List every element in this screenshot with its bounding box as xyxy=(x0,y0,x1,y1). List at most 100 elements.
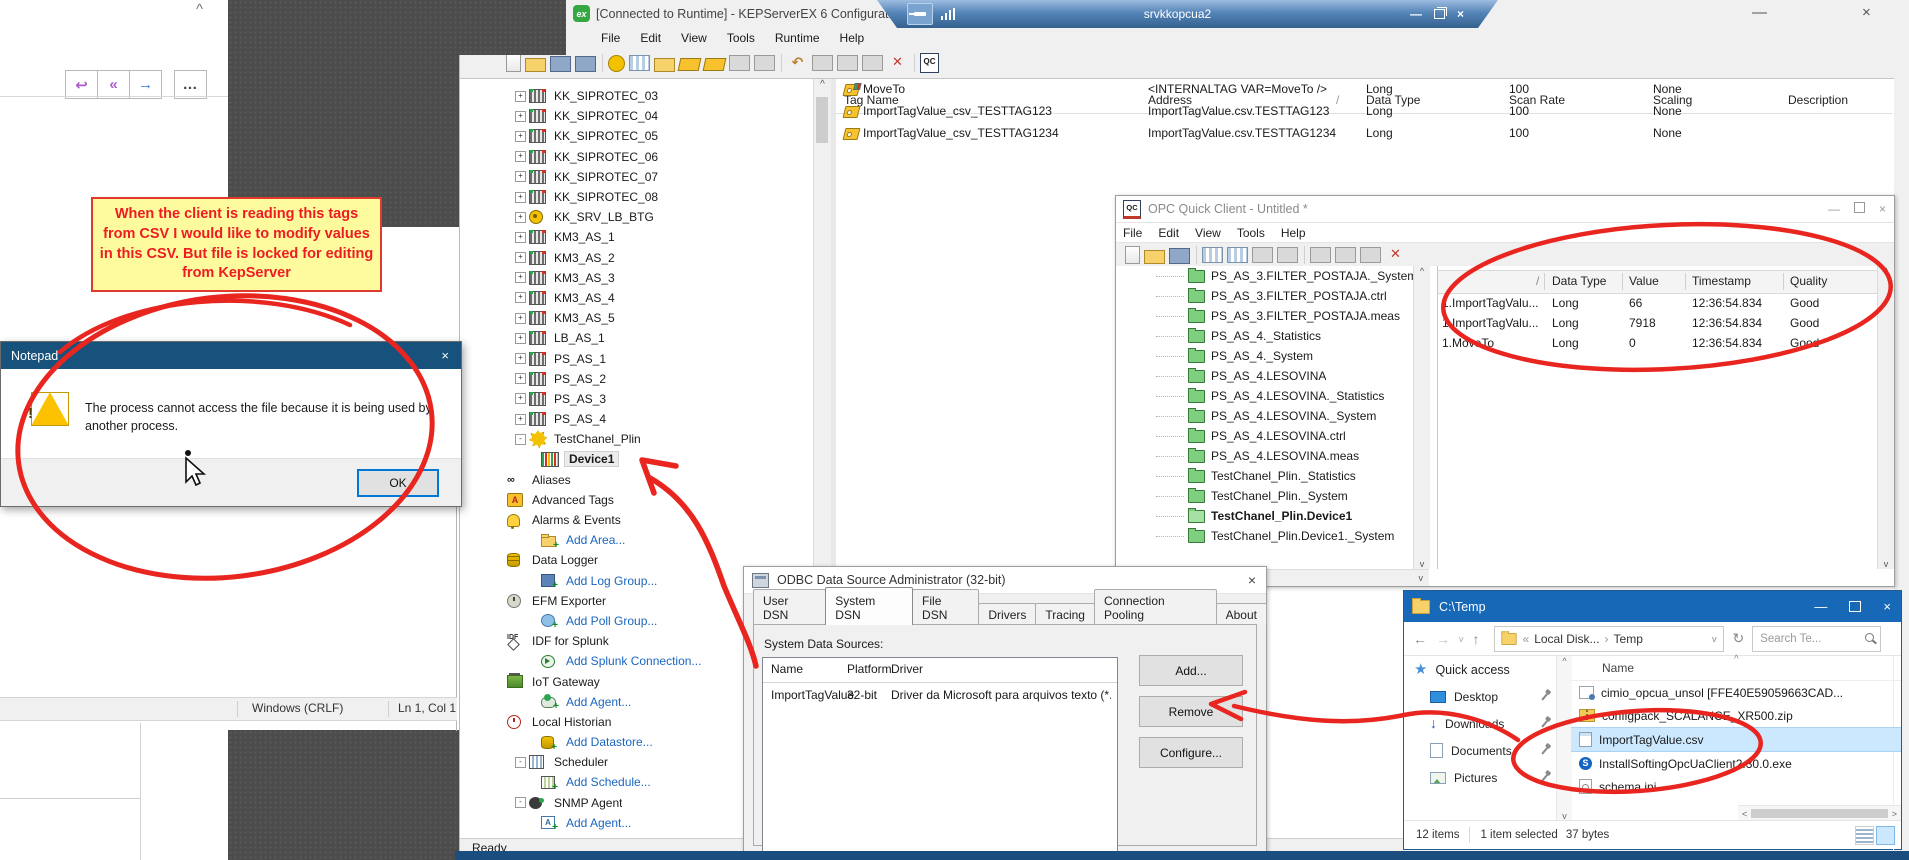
open-project-icon[interactable] xyxy=(525,57,546,72)
qc-minimize-button[interactable]: — xyxy=(1828,202,1840,216)
menu-item[interactable]: Tools xyxy=(1230,224,1272,242)
tree-item[interactable]: + PS_AS_2 xyxy=(460,369,813,389)
menu-item[interactable]: Edit xyxy=(1151,224,1186,242)
file-row[interactable]: schema.ini xyxy=(1571,775,1901,798)
scroll-up-icon[interactable]: ^ xyxy=(1884,266,1888,276)
notepad-dialog-close-button[interactable]: × xyxy=(441,348,449,363)
tree-expand-toggle[interactable]: + xyxy=(515,272,526,284)
odbc-tab[interactable]: Connection Pooling xyxy=(1093,589,1217,625)
qc-group-item[interactable]: PS_AS_3.FILTER_POSTAJA.ctrl xyxy=(1116,286,1413,306)
qc-item-row[interactable]: 1.ImportTagValu... Long 66 12:36:54.834 … xyxy=(1438,294,1878,314)
tree-expand-toggle[interactable]: + xyxy=(515,292,526,304)
scroll-down-icon[interactable]: v xyxy=(1420,559,1425,569)
scroll-right-icon[interactable]: > xyxy=(1892,809,1897,819)
new-tag-group-icon[interactable] xyxy=(654,57,675,72)
scroll-up-icon[interactable]: ^ xyxy=(1562,656,1566,666)
menu-item[interactable]: Edit xyxy=(633,29,668,47)
scroll-thumb[interactable] xyxy=(816,97,828,143)
file-row[interactable]: cimio_opcua_unsol [FFE40E59059663CAD... xyxy=(1571,681,1901,704)
menu-item[interactable]: File xyxy=(1116,224,1149,242)
rdp-minimize-button[interactable]: — xyxy=(1410,7,1422,21)
tag-row[interactable]: ImportTagValue_csv_TESTTAG1234 ImportTag… xyxy=(836,123,1892,145)
menu-item[interactable]: Help xyxy=(1274,224,1313,242)
tree-item[interactable]: + KM3_AS_5 xyxy=(460,308,813,328)
delete-icon[interactable]: ✕ xyxy=(1385,245,1406,265)
qc-maximize-button[interactable] xyxy=(1853,202,1865,213)
save-icon[interactable] xyxy=(550,55,571,72)
tree-item[interactable]: + PS_AS_3 xyxy=(460,389,813,409)
col-driver[interactable]: Driver xyxy=(891,662,923,676)
undo-icon[interactable]: ↶ xyxy=(787,53,808,73)
qc-group-item[interactable]: PS_AS_4._System xyxy=(1116,346,1413,366)
qc-group-item[interactable]: PS_AS_3.FILTER_POSTAJA.meas xyxy=(1116,306,1413,326)
paste-icon[interactable] xyxy=(1360,247,1381,263)
qc-group-item[interactable]: PS_AS_3.FILTER_POSTAJA._System xyxy=(1116,266,1413,286)
scroll-thumb[interactable] xyxy=(1751,809,1888,818)
crumb-overflow[interactable]: « xyxy=(1523,632,1530,646)
forward-icon[interactable]: → xyxy=(1436,631,1450,647)
tree-item[interactable]: Device1 xyxy=(460,449,813,469)
qc-group-item[interactable]: TestChanel_Plin._Statistics xyxy=(1116,466,1413,486)
file-row[interactable]: configpack_SCALANCE_XR500.zip xyxy=(1571,704,1901,727)
file-row[interactable]: ImportTagValue.csv xyxy=(1571,727,1901,752)
rdp-pin-icon[interactable] xyxy=(907,3,933,25)
scroll-up-icon[interactable]: ^ xyxy=(1420,266,1424,276)
col-name[interactable]: Name xyxy=(771,662,803,676)
tree-item[interactable]: + KM3_AS_3 xyxy=(460,268,813,288)
scroll-left-icon[interactable]: < xyxy=(1742,809,1747,819)
scroll-down-icon[interactable]: v xyxy=(1419,573,1424,583)
add-button[interactable]: Add... xyxy=(1139,655,1243,686)
properties-icon[interactable] xyxy=(729,55,750,71)
menu-item[interactable]: Runtime xyxy=(768,29,827,47)
address-bar[interactable]: « Local Disk... › Temp v xyxy=(1493,625,1724,652)
server-icon[interactable] xyxy=(1252,247,1273,263)
explorer-close-button[interactable]: × xyxy=(1883,599,1891,614)
tree-item[interactable]: + KK_SIPROTEC_03 xyxy=(460,86,813,106)
new-icon[interactable] xyxy=(1125,246,1140,264)
qc-group-item[interactable]: PS_AS_4.LESOVINA.ctrl xyxy=(1116,426,1413,446)
qc-group-item[interactable]: TestChanel_Plin.Device1 xyxy=(1116,506,1413,526)
tree-item[interactable]: + KM3_AS_4 xyxy=(460,288,813,308)
qc-group-item[interactable]: PS_AS_4.LESOVINA.meas xyxy=(1116,446,1413,466)
qc-items-scrollbar[interactable]: ^ v xyxy=(1877,266,1894,569)
odbc-tab[interactable]: File DSN xyxy=(912,589,980,625)
menu-item[interactable]: Help xyxy=(833,29,872,47)
rdp-close-button[interactable]: × xyxy=(1457,7,1464,21)
tree-expand-toggle[interactable]: + xyxy=(515,312,526,324)
col-value[interactable]: Value xyxy=(1629,274,1659,288)
app-close-button[interactable]: × xyxy=(1862,4,1871,21)
sidebar-item[interactable]: Desktop xyxy=(1404,683,1556,710)
qc-item-row[interactable]: 1.MoveTo Long 0 12:36:54.834 Good xyxy=(1438,334,1878,354)
quick-client-launch-icon[interactable]: QC xyxy=(920,53,939,73)
tree-item[interactable]: A Advanced Tags xyxy=(460,490,813,510)
menu-item[interactable]: View xyxy=(1188,224,1228,242)
save-as-icon[interactable] xyxy=(575,55,596,72)
explorer-maximize-button[interactable] xyxy=(1849,601,1862,612)
new-tag-icon[interactable] xyxy=(677,58,702,71)
tree-expand-toggle[interactable]: + xyxy=(515,151,526,163)
address-dropdown-icon[interactable]: v xyxy=(1712,634,1717,644)
export-icon[interactable] xyxy=(754,55,775,71)
history-dropdown-icon[interactable]: v xyxy=(1459,634,1464,644)
menu-item[interactable]: View xyxy=(674,29,714,47)
quick-client-titlebar[interactable]: QC OPC Quick Client - Untitled * — × xyxy=(1116,196,1894,223)
odbc-tab[interactable]: Drivers xyxy=(978,603,1037,625)
odbc-tab[interactable]: User DSN xyxy=(753,589,827,625)
odbc-close-button[interactable]: × xyxy=(1248,572,1256,588)
cut-icon[interactable] xyxy=(812,55,833,71)
explorer-titlebar[interactable]: C:\Temp — × xyxy=(1404,591,1901,622)
tree-item[interactable]: + KK_SIPROTEC_04 xyxy=(460,106,813,126)
paste-icon[interactable] xyxy=(862,55,883,71)
search-icon[interactable] xyxy=(1865,632,1875,642)
col-name[interactable]: Name xyxy=(1602,661,1634,675)
more-options-button[interactable]: … xyxy=(174,70,207,99)
refresh-icon[interactable]: ↻ xyxy=(1733,630,1745,647)
rdp-restore-button[interactable] xyxy=(1434,9,1445,19)
tree-expand-toggle[interactable]: + xyxy=(515,353,526,365)
qc-group-item[interactable]: TestChanel_Plin._System xyxy=(1116,486,1413,506)
tree-item[interactable]: ∞ Aliases xyxy=(460,470,813,490)
copy-icon[interactable] xyxy=(837,55,858,71)
explorer-minimize-button[interactable]: — xyxy=(1814,599,1827,614)
tree-expand-toggle[interactable]: - xyxy=(515,756,526,768)
tree-item[interactable]: + KK_SIPROTEC_05 xyxy=(460,126,813,146)
